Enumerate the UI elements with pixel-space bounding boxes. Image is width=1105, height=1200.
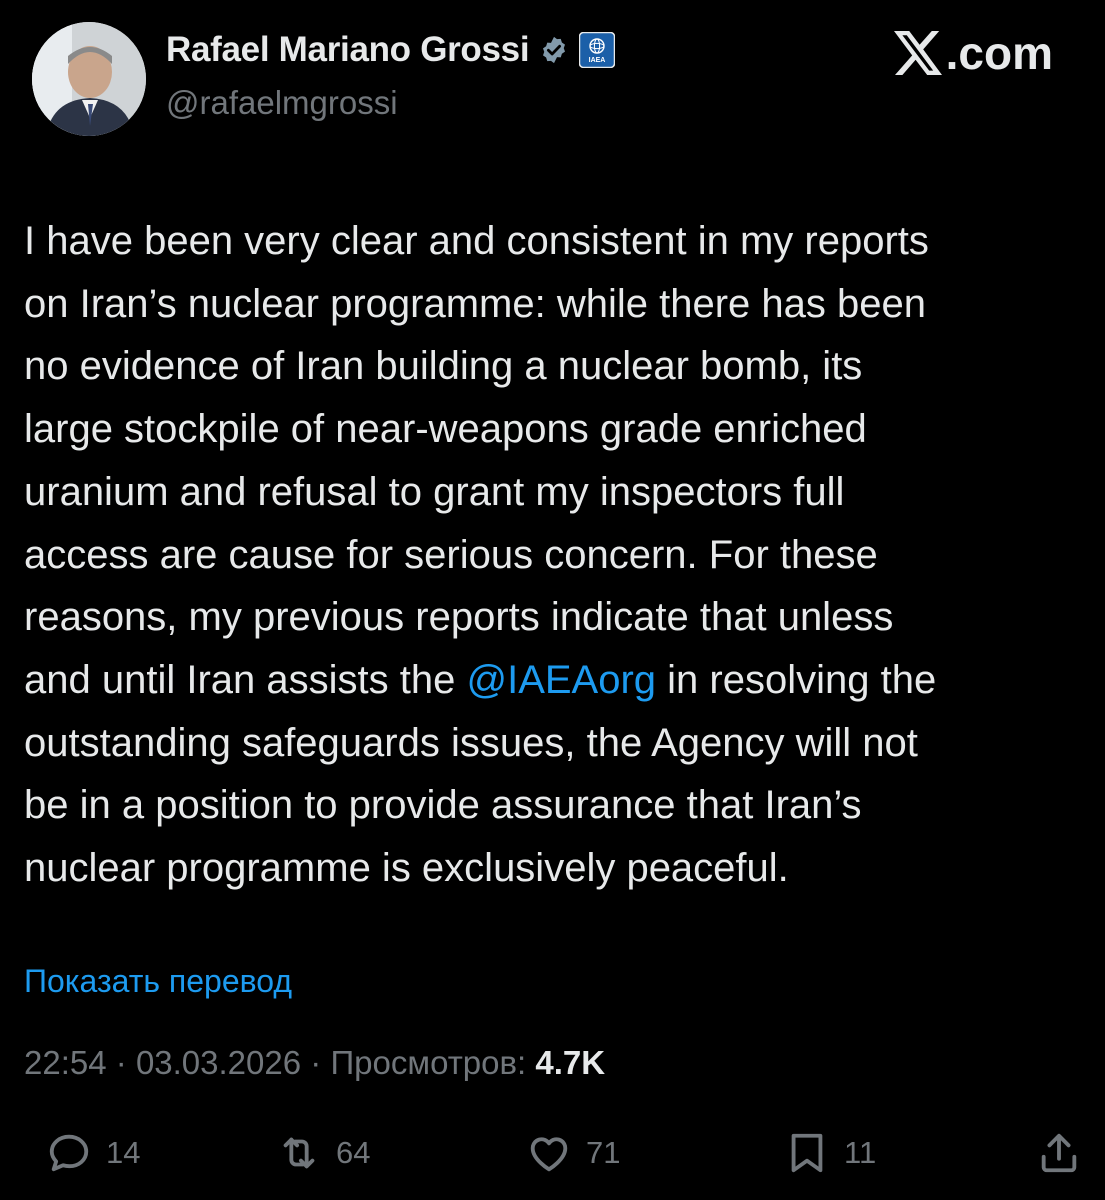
tweet-text: I have been very clear and consistent in… xyxy=(24,210,1084,900)
like-icon xyxy=(530,1137,568,1172)
author-name-row: Rafael Mariano Grossi IAEA xyxy=(166,30,616,70)
bookmark-count: 11 xyxy=(844,1135,877,1170)
like-button[interactable]: 71 xyxy=(526,1130,620,1176)
x-logo-icon xyxy=(893,31,942,75)
iaea-badge-icon[interactable]: IAEA xyxy=(579,32,616,68)
bookmark-button[interactable]: 11 xyxy=(784,1130,876,1176)
iaea-badge-text: IAEA xyxy=(589,57,606,64)
show-translation-link[interactable]: Показать перевод xyxy=(24,963,292,1000)
verified-icon[interactable] xyxy=(539,35,569,65)
repost-icon xyxy=(283,1137,315,1169)
meta-separator: · xyxy=(115,1044,127,1081)
action-bar: 14 64 71 11 xyxy=(0,1130,1105,1180)
tweet-time[interactable]: 22:54 xyxy=(24,1044,107,1081)
reply-icon xyxy=(49,1134,89,1172)
author-display-name[interactable]: Rafael Mariano Grossi xyxy=(166,30,530,70)
views-count: 4.7K xyxy=(535,1044,606,1081)
bookmark-icon xyxy=(791,1133,823,1173)
site-logo: .com xyxy=(893,26,1053,80)
repost-count: 64 xyxy=(336,1135,371,1170)
reply-button[interactable]: 14 xyxy=(46,1130,140,1176)
site-logo-text: .com xyxy=(945,27,1053,79)
share-button[interactable] xyxy=(1036,1130,1082,1176)
reply-count: 14 xyxy=(106,1135,141,1170)
views-label: Просмотров: xyxy=(330,1044,527,1081)
meta-separator: · xyxy=(310,1044,322,1081)
tweet-text-part-1: I have been very clear and consistent in… xyxy=(24,219,929,702)
tweet-meta: 22:54 · 03.03.2026 · Просмотров: 4.7K xyxy=(24,1044,605,1082)
mention-link[interactable]: @IAEAorg xyxy=(466,658,656,702)
tweet-date[interactable]: 03.03.2026 xyxy=(136,1044,301,1081)
repost-button[interactable]: 64 xyxy=(276,1130,370,1176)
share-icon xyxy=(1041,1133,1077,1173)
avatar[interactable] xyxy=(32,22,146,136)
like-count: 71 xyxy=(586,1135,621,1170)
author-handle[interactable]: @rafaelmgrossi xyxy=(166,84,398,122)
